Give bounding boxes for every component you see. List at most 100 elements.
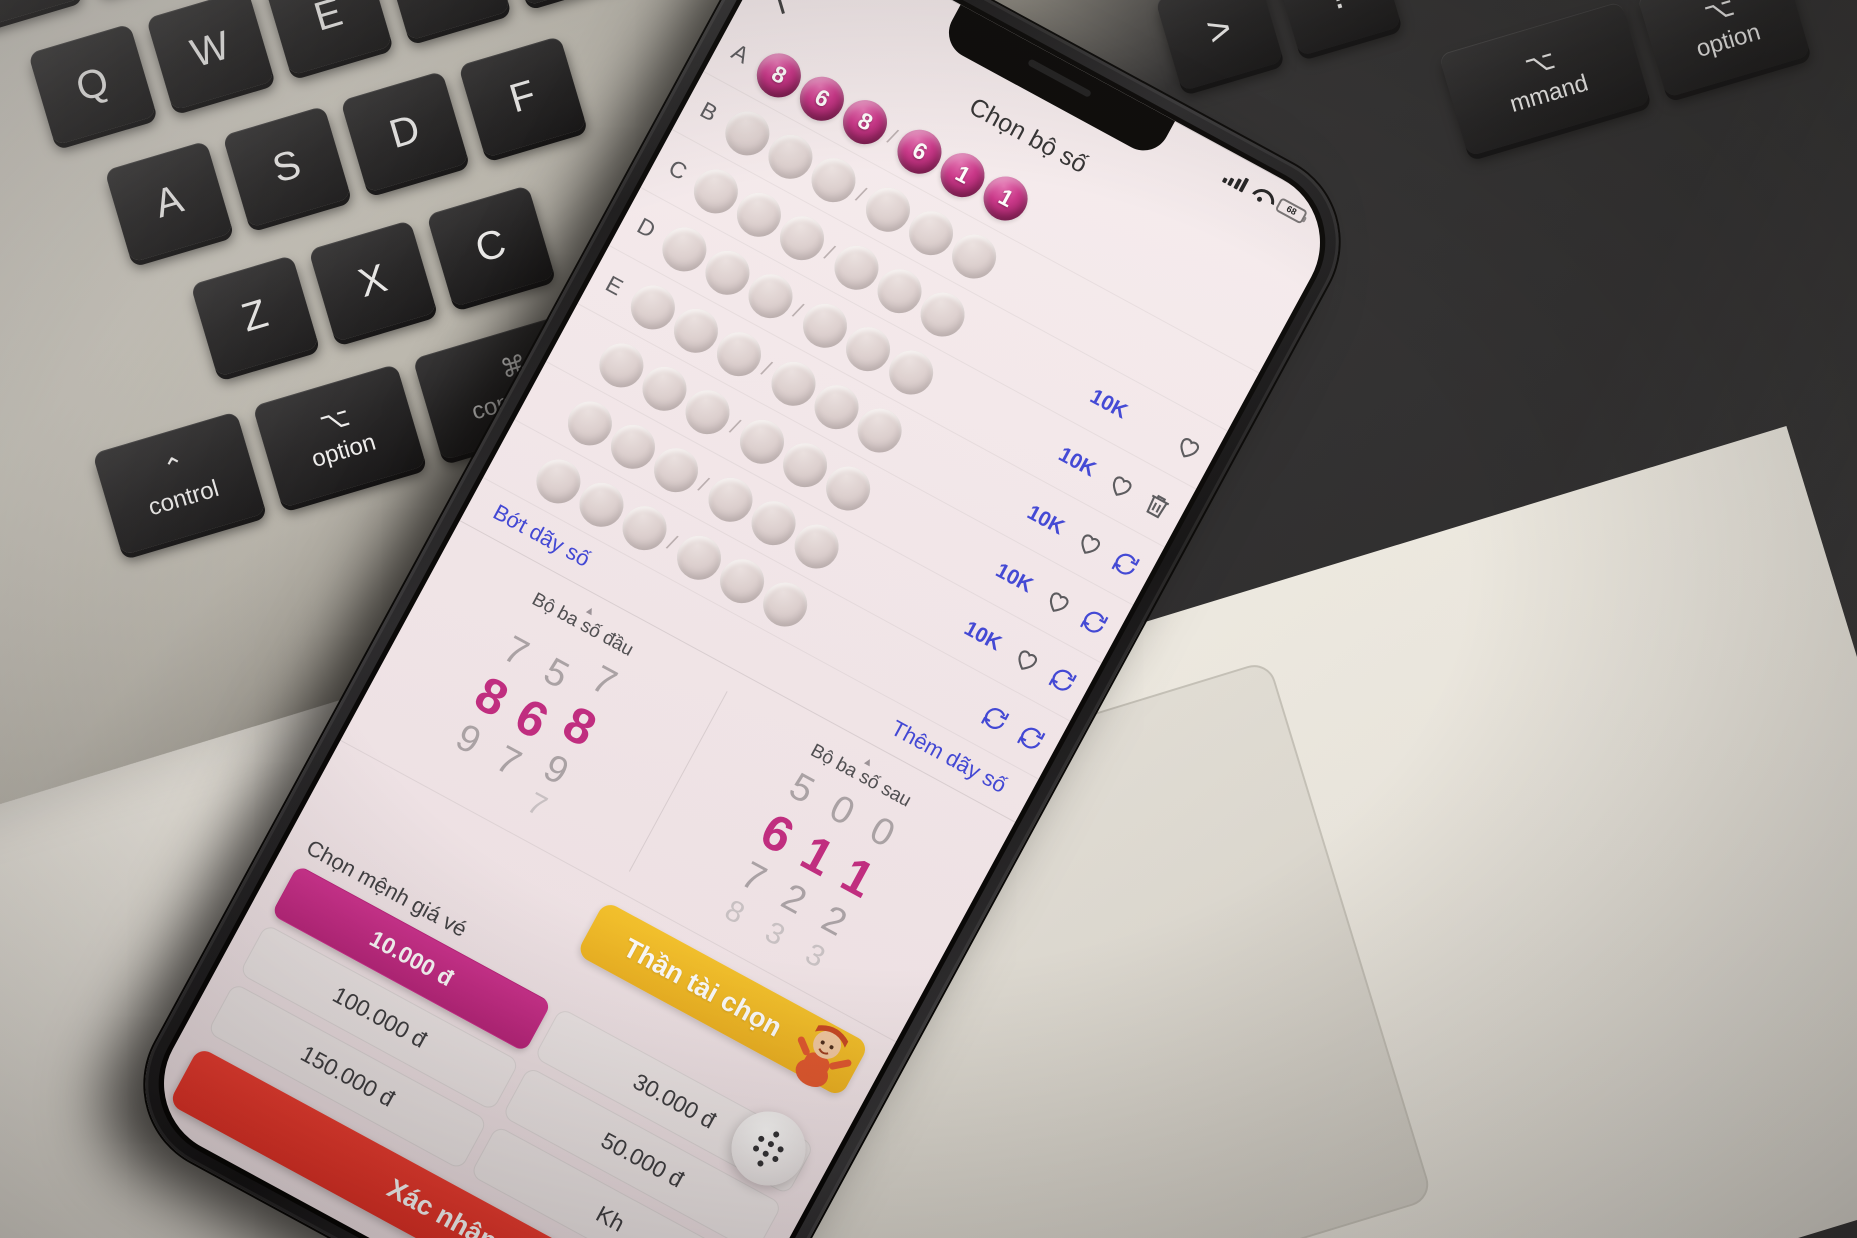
photo-scene: !1@2#3$4%5^6(9)0— QWERTP{ ASDF: ZXC>? ⌃c… — [0, 0, 1857, 1238]
earpiece-speaker — [1027, 58, 1092, 98]
key-label: control — [145, 475, 223, 522]
key-letter: C — [470, 220, 511, 271]
key-letter: Z — [236, 290, 273, 341]
picker-digit: 7 — [521, 786, 553, 824]
key-?[interactable]: ? — [1272, 0, 1402, 57]
wifi-icon — [1250, 183, 1274, 205]
picker-selected-digit: 6 — [506, 686, 558, 750]
refresh-icon[interactable] — [1075, 603, 1113, 641]
line-price: 10K — [992, 558, 1037, 597]
heart-icon[interactable] — [1008, 641, 1046, 679]
picker-digit: 5 — [782, 765, 821, 813]
line-price — [1131, 266, 1189, 297]
key-f[interactable]: F — [458, 35, 588, 158]
line-price: 10K — [1055, 442, 1100, 481]
line-actions — [1157, 355, 1233, 396]
key-letter: Q — [71, 58, 114, 110]
key-letter: ? — [1320, 0, 1354, 20]
modifier-glyph: ⌥ — [1700, 0, 1738, 29]
heart-icon[interactable] — [1102, 467, 1140, 505]
key-letter: E — [309, 0, 348, 40]
key-d[interactable]: D — [340, 70, 470, 193]
picker-selected-digit: 8 — [554, 694, 606, 758]
key-control[interactable]: ⌃ control — [92, 411, 267, 556]
lottery-ball[interactable] — [913, 284, 973, 344]
modifier-glyph: ⌃ — [159, 449, 190, 485]
key-letter: R — [426, 0, 466, 5]
picker-digit: 0 — [822, 787, 862, 835]
key-c[interactable]: C — [426, 185, 556, 308]
key-letter: F — [504, 71, 541, 121]
picker-digit: 9 — [448, 716, 488, 764]
key-q[interactable]: Q — [27, 23, 157, 146]
picker-digit: 7 — [584, 658, 624, 706]
picker-digit: 7 — [734, 853, 774, 901]
line-label — [544, 398, 570, 412]
trash-icon[interactable] — [1138, 487, 1176, 525]
key-label: option — [308, 428, 379, 473]
line-price — [910, 672, 968, 703]
key-label: option — [1693, 18, 1764, 63]
lottery-ball[interactable] — [881, 342, 942, 402]
key-letter: A — [149, 176, 188, 227]
key->[interactable]: > — [1154, 0, 1284, 92]
heart-icon[interactable] — [1039, 583, 1077, 621]
modifier-glyph: ⌥ — [1521, 43, 1559, 82]
line-price: 10K — [1023, 500, 1069, 539]
lottery-ball[interactable] — [818, 458, 879, 518]
key-s[interactable]: S — [222, 105, 352, 228]
lottery-ball[interactable] — [850, 400, 910, 460]
key-letter: W — [185, 22, 235, 76]
key-t[interactable]: T — [499, 0, 629, 6]
key-label: mmand — [1506, 69, 1592, 119]
picker-digit: 7 — [496, 628, 536, 676]
lottery-ball[interactable] — [944, 226, 1005, 286]
picker-digit: 3 — [799, 937, 831, 975]
key-letter: D — [384, 106, 425, 157]
picker-digit: 2 — [774, 875, 814, 923]
refresh-icon[interactable] — [976, 699, 1014, 737]
line-actions — [1189, 297, 1265, 338]
dial-pad-icon — [747, 1125, 790, 1173]
lottery-ball[interactable]: 1 — [976, 168, 1036, 228]
key-e[interactable]: E — [263, 0, 393, 76]
lottery-ball[interactable] — [755, 574, 816, 634]
line-label — [513, 456, 539, 470]
lottery-ball[interactable] — [787, 516, 847, 576]
battery-level-text: 68 — [1284, 203, 1299, 218]
battery-icon: 68 — [1274, 196, 1309, 225]
picker-selected-digit: 6 — [751, 802, 803, 865]
picker-selected-digit: 8 — [466, 665, 518, 728]
key-r[interactable]: R — [381, 0, 511, 41]
key-mmand[interactable]: ⌥ mmand — [1438, 1, 1651, 157]
key-a[interactable]: A — [104, 140, 234, 263]
picker-digit: 3 — [759, 915, 790, 953]
line-price — [1099, 324, 1157, 355]
line-label — [576, 340, 602, 354]
key-letter: S — [267, 141, 306, 192]
line-price: 10K — [960, 616, 1006, 655]
picker-digit: 2 — [814, 897, 854, 945]
heart-icon[interactable] — [1071, 525, 1109, 563]
picker-digit: 0 — [862, 809, 902, 857]
key-z[interactable]: Z — [190, 254, 320, 378]
key-number: 1 — [7, 0, 38, 4]
key-1[interactable]: !1 — [0, 0, 83, 28]
picker-digit: 7 — [489, 738, 528, 786]
picker-digit: 9 — [536, 746, 576, 794]
key-w[interactable]: W — [145, 0, 275, 111]
heart-icon[interactable] — [1170, 429, 1208, 467]
cellular-signal-icon — [1221, 168, 1250, 193]
key-letter: > — [1201, 5, 1237, 55]
picker-digit: 8 — [719, 894, 750, 932]
modifier-glyph: ⌥ — [315, 400, 354, 439]
key-option[interactable]: ⌥ option — [252, 363, 427, 509]
line-price: 10K — [1086, 384, 1132, 423]
picker-digit: 5 — [536, 649, 576, 697]
refresh-icon[interactable] — [1012, 719, 1050, 757]
refresh-icon[interactable] — [1107, 545, 1145, 583]
key-letter: X — [353, 255, 392, 306]
key-option[interactable]: ⌥ option — [1636, 0, 1811, 98]
refresh-icon[interactable] — [1044, 661, 1082, 699]
key-x[interactable]: X — [308, 219, 438, 343]
